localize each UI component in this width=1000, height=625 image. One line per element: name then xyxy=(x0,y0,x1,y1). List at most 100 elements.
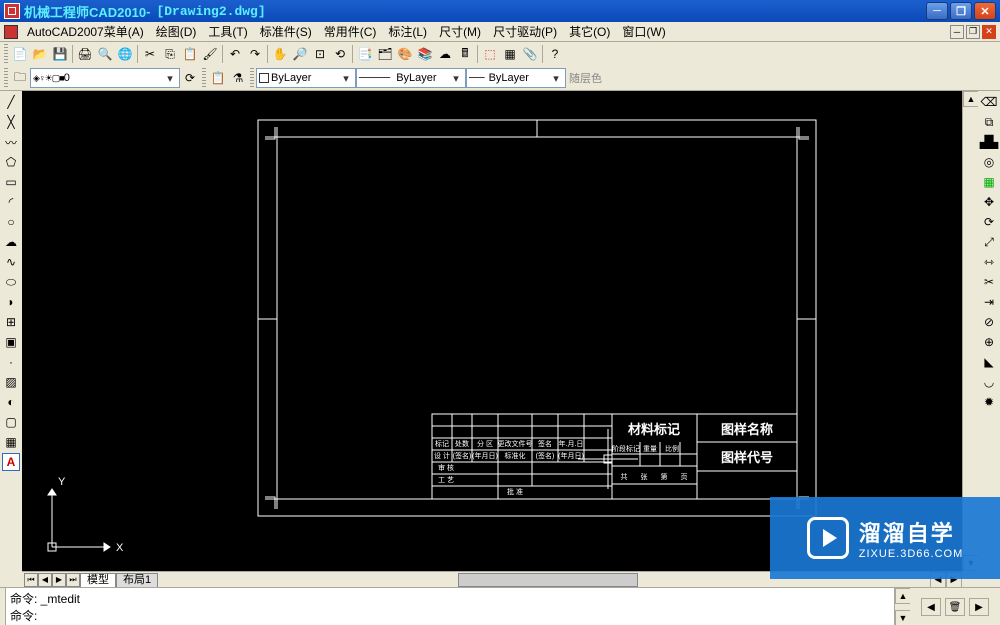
ref-icon[interactable]: 📎 xyxy=(520,44,540,64)
explode-icon[interactable]: ✹ xyxy=(980,393,998,411)
polygon-icon[interactable]: ⬠ xyxy=(2,153,20,171)
zoom-window-icon[interactable]: ⊡ xyxy=(310,44,330,64)
cmd-clean-icon[interactable]: 🗑 xyxy=(945,598,965,616)
layer-manager-icon[interactable]: 🗀 xyxy=(10,68,30,88)
sheet-next-icon[interactable]: ▶ xyxy=(52,573,66,587)
fillet-icon[interactable]: ◡ xyxy=(980,373,998,391)
tool-palette-icon[interactable]: 🎨 xyxy=(395,44,415,64)
stretch-icon[interactable]: ⇿ xyxy=(980,253,998,271)
table-icon[interactable]: ▦ xyxy=(500,44,520,64)
cmd-left-icon[interactable]: ◀ xyxy=(921,598,941,616)
move-icon[interactable]: ✥ xyxy=(980,193,998,211)
paste-icon[interactable]: 📋 xyxy=(180,44,200,64)
chamfer-icon[interactable]: ◣ xyxy=(980,353,998,371)
cut-icon[interactable]: ✂ xyxy=(140,44,160,64)
save-icon[interactable]: 💾 xyxy=(50,44,70,64)
trim-icon[interactable]: ✂ xyxy=(980,273,998,291)
help-icon[interactable]: ? xyxy=(545,44,565,64)
svg-text:签名: 签名 xyxy=(538,439,552,448)
lineweight-combo[interactable]: ── ByLayer ▾ xyxy=(466,68,566,88)
arc-icon[interactable]: ◜ xyxy=(2,193,20,211)
match-icon[interactable]: 🖌 xyxy=(200,44,220,64)
scale-icon[interactable]: ⤢ xyxy=(980,233,998,251)
polyline-icon[interactable]: 〰 xyxy=(2,133,20,151)
menu-item[interactable]: 尺寸(M) xyxy=(433,23,487,40)
open-icon[interactable]: 📂 xyxy=(30,44,50,64)
rotate-icon[interactable]: ⟳ xyxy=(980,213,998,231)
redo-icon[interactable]: ↷ xyxy=(245,44,265,64)
close-button[interactable]: ✕ xyxy=(974,2,996,20)
new-icon[interactable]: 📄 xyxy=(10,44,30,64)
menu-item[interactable]: 绘图(D) xyxy=(150,23,203,40)
layer-filter-icon[interactable]: ⚗ xyxy=(228,68,248,88)
linetype-combo[interactable]: ──── ByLayer ▾ xyxy=(356,68,466,88)
xline-icon[interactable]: ╳ xyxy=(2,113,20,131)
circle-icon[interactable]: ○ xyxy=(2,213,20,231)
join-icon[interactable]: ⊕ xyxy=(980,333,998,351)
menu-item[interactable]: AutoCAD2007菜单(A) xyxy=(21,23,150,40)
svg-text:阶段标记: 阶段标记 xyxy=(612,444,640,453)
spline-icon[interactable]: ∿ xyxy=(2,253,20,271)
line-icon[interactable]: ╱ xyxy=(2,93,20,111)
sheet-first-icon[interactable]: ⏮ xyxy=(24,573,38,587)
pan-icon[interactable]: ✋ xyxy=(270,44,290,64)
markup-icon[interactable]: ☁ xyxy=(435,44,455,64)
tab-model[interactable]: 模型 xyxy=(80,573,116,587)
minimize-button[interactable]: ─ xyxy=(926,2,948,20)
copy-obj-icon[interactable]: ⧉ xyxy=(980,113,998,131)
svg-text:(签名): (签名) xyxy=(453,451,472,460)
zoom-icon[interactable]: 🔎 xyxy=(290,44,310,64)
mirror-icon[interactable]: ▟▙ xyxy=(980,133,998,151)
block-icon[interactable]: ⬚ xyxy=(480,44,500,64)
doc-restore-button[interactable]: ❐ xyxy=(966,25,980,39)
cmd-right-icon[interactable]: ▶ xyxy=(969,598,989,616)
menu-item[interactable]: 标准件(S) xyxy=(254,23,318,40)
region-icon[interactable]: ▢ xyxy=(2,413,20,431)
sheet-prev-icon[interactable]: ◀ xyxy=(38,573,52,587)
revcloud-icon[interactable]: ☁ xyxy=(2,233,20,251)
layer-combo[interactable]: ◈♀☀▢■ 0 ▾ xyxy=(30,68,180,88)
calc-icon[interactable]: 🖩 xyxy=(455,44,475,64)
ellipse-arc-icon[interactable]: ◗ xyxy=(2,293,20,311)
properties-icon[interactable]: 📑 xyxy=(355,44,375,64)
menu-item[interactable]: 标注(L) xyxy=(382,23,433,40)
hatch-icon[interactable]: ▨ xyxy=(2,373,20,391)
offset-icon[interactable]: ◎ xyxy=(980,153,998,171)
rectangle-icon[interactable]: ▭ xyxy=(2,173,20,191)
color-combo[interactable]: ByLayer ▾ xyxy=(256,68,356,88)
menu-item[interactable]: 其它(O) xyxy=(563,23,616,40)
menu-item[interactable]: 工具(T) xyxy=(202,23,253,40)
point-icon[interactable]: · xyxy=(2,353,20,371)
mtext-icon[interactable]: A xyxy=(2,453,20,471)
print-icon[interactable]: 🖨 xyxy=(75,44,95,64)
layer-states-icon[interactable]: 📋 xyxy=(208,68,228,88)
undo-icon[interactable]: ↶ xyxy=(225,44,245,64)
watermark: 溜溜自学 ZIXUE.3D66.COM xyxy=(770,497,1000,579)
preview-icon[interactable]: 🔍 xyxy=(95,44,115,64)
app-title: 机械工程师CAD2010 xyxy=(24,2,146,21)
menu-item[interactable]: 常用件(C) xyxy=(318,23,383,40)
table-draw-icon[interactable]: ▦ xyxy=(2,433,20,451)
extend-icon[interactable]: ⇥ xyxy=(980,293,998,311)
zoom-prev-icon[interactable]: ⟲ xyxy=(330,44,350,64)
sheet-last-icon[interactable]: ⏭ xyxy=(66,573,80,587)
layer-prev-icon[interactable]: ⟳ xyxy=(180,68,200,88)
menu-item[interactable]: 尺寸驱动(P) xyxy=(487,23,563,40)
doc-minimize-button[interactable]: ─ xyxy=(950,25,964,39)
gradient-icon[interactable]: ◐ xyxy=(2,393,20,411)
erase-icon[interactable]: ⌫ xyxy=(980,93,998,111)
array-icon[interactable]: ▦ xyxy=(980,173,998,191)
maximize-button[interactable]: ❐ xyxy=(950,2,972,20)
design-center-icon[interactable]: 🗂 xyxy=(375,44,395,64)
command-window[interactable]: 命令: _mtedit 命令: ▲▼ ◀ 🗑 ▶ xyxy=(0,587,1000,625)
doc-close-button[interactable]: ✕ xyxy=(982,25,996,39)
ellipse-icon[interactable]: ⬭ xyxy=(2,273,20,291)
publish-icon[interactable]: 🌐 xyxy=(115,44,135,64)
block-make-icon[interactable]: ▣ xyxy=(2,333,20,351)
insert-icon[interactable]: ⊞ xyxy=(2,313,20,331)
sheet-set-icon[interactable]: 📚 xyxy=(415,44,435,64)
copy-icon[interactable]: ⎘ xyxy=(160,44,180,64)
menu-item[interactable]: 窗口(W) xyxy=(616,23,671,40)
tab-layout1[interactable]: 布局1 xyxy=(116,573,158,587)
break-icon[interactable]: ⊘ xyxy=(980,313,998,331)
